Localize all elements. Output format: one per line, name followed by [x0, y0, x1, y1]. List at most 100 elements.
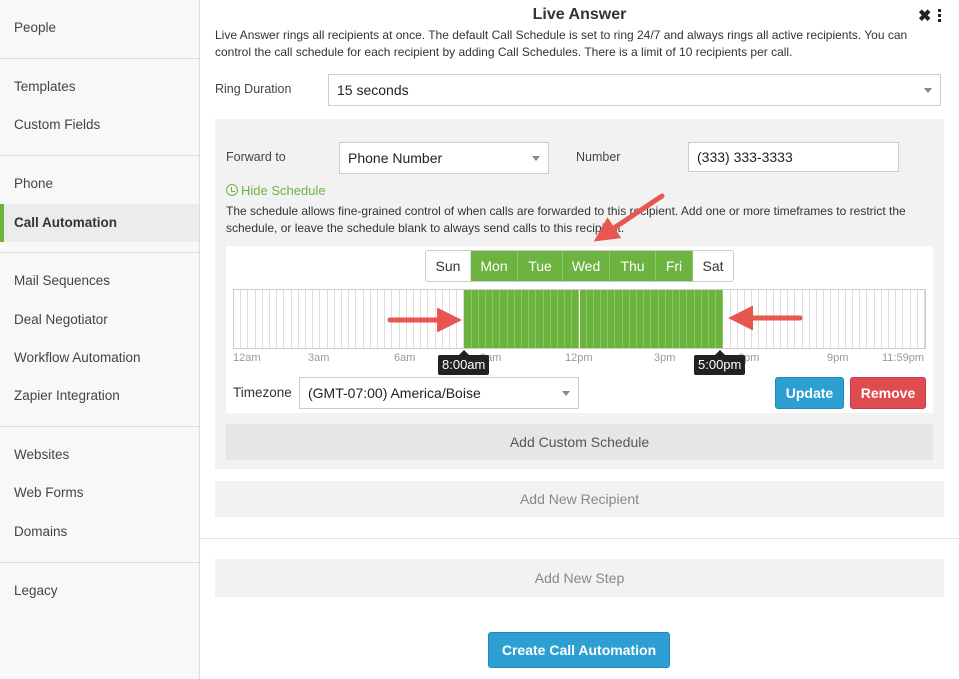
- time-slot[interactable]: [788, 290, 796, 348]
- time-slot[interactable]: [903, 290, 911, 348]
- time-slot[interactable]: [378, 290, 386, 348]
- time-slot[interactable]: [364, 290, 371, 348]
- sidebar-item-call-automation[interactable]: Call Automation: [0, 204, 199, 242]
- sidebar-item-legacy[interactable]: Legacy: [0, 572, 199, 610]
- time-slot[interactable]: [846, 290, 853, 348]
- time-slot-grid[interactable]: [233, 289, 926, 349]
- time-slot[interactable]: [853, 290, 861, 348]
- time-slot[interactable]: [485, 290, 494, 348]
- time-slot[interactable]: [875, 290, 882, 348]
- time-slot[interactable]: [615, 290, 623, 348]
- time-slot[interactable]: [450, 290, 458, 348]
- time-slot[interactable]: [752, 290, 760, 348]
- time-slot[interactable]: [896, 290, 904, 348]
- time-slot[interactable]: [673, 290, 681, 348]
- time-slot[interactable]: [860, 290, 868, 348]
- sidebar-item-zapier-integration[interactable]: Zapier Integration: [0, 377, 199, 415]
- time-slot[interactable]: [529, 290, 537, 348]
- time-slot[interactable]: [687, 290, 695, 348]
- time-slot[interactable]: [342, 290, 350, 348]
- add-new-step-button[interactable]: Add New Step: [215, 559, 944, 597]
- time-slot[interactable]: [270, 290, 278, 348]
- time-slot[interactable]: [694, 290, 702, 348]
- time-slot[interactable]: [795, 290, 803, 348]
- sidebar-item-websites[interactable]: Websites: [0, 436, 199, 474]
- time-slot[interactable]: [817, 290, 825, 348]
- time-slot[interactable]: [803, 290, 810, 348]
- time-slot[interactable]: [414, 290, 422, 348]
- time-slot[interactable]: [637, 290, 645, 348]
- time-slot[interactable]: [867, 290, 875, 348]
- time-slot[interactable]: [680, 290, 688, 348]
- time-slot[interactable]: [299, 290, 306, 348]
- time-slot[interactable]: [839, 290, 846, 348]
- add-custom-schedule-button[interactable]: Add Custom Schedule: [226, 424, 933, 460]
- ring-duration-select[interactable]: 15 seconds: [328, 74, 941, 106]
- forward-to-select[interactable]: Phone Number: [339, 142, 549, 174]
- time-slot[interactable]: [745, 290, 753, 348]
- time-slot[interactable]: [428, 290, 436, 348]
- time-slot[interactable]: [507, 290, 515, 348]
- time-slot[interactable]: [882, 290, 889, 348]
- time-slot[interactable]: [644, 290, 652, 348]
- time-slot[interactable]: [629, 290, 638, 348]
- sidebar-item-web-forms[interactable]: Web Forms: [0, 474, 199, 512]
- time-slot[interactable]: [665, 290, 674, 348]
- create-call-automation-button[interactable]: Create Call Automation: [488, 632, 670, 668]
- time-slot[interactable]: [436, 290, 443, 348]
- time-slot[interactable]: [356, 290, 364, 348]
- time-slot[interactable]: [593, 290, 602, 348]
- time-slot[interactable]: [759, 290, 767, 348]
- time-slot[interactable]: [313, 290, 321, 348]
- time-slot[interactable]: [464, 290, 472, 348]
- time-slot[interactable]: [471, 290, 479, 348]
- time-slot[interactable]: [911, 290, 918, 348]
- sidebar-item-phone[interactable]: Phone: [0, 165, 199, 203]
- timezone-select[interactable]: (GMT-07:00) America/Boise: [299, 377, 579, 409]
- time-slot[interactable]: [349, 290, 357, 348]
- time-slot[interactable]: [536, 290, 544, 348]
- time-slot[interactable]: [565, 290, 573, 348]
- time-slot[interactable]: [658, 290, 666, 348]
- time-slot[interactable]: [421, 290, 429, 348]
- time-slot[interactable]: [651, 290, 659, 348]
- time-slot[interactable]: [371, 290, 378, 348]
- time-slot[interactable]: [557, 290, 566, 348]
- time-slot[interactable]: [284, 290, 292, 348]
- more-options-icon[interactable]: [938, 9, 942, 23]
- time-slot[interactable]: [234, 290, 242, 348]
- update-button[interactable]: Update: [775, 377, 844, 409]
- sidebar-item-mail-sequences[interactable]: Mail Sequences: [0, 262, 199, 300]
- number-input[interactable]: (333) 333-3333: [688, 142, 899, 172]
- close-icon[interactable]: ✖: [918, 6, 931, 26]
- time-slot[interactable]: [572, 290, 580, 348]
- sidebar-item-deal-negotiator[interactable]: Deal Negotiator: [0, 301, 199, 339]
- time-slot[interactable]: [601, 290, 609, 348]
- time-slot[interactable]: [385, 290, 393, 348]
- time-slot[interactable]: [392, 290, 400, 348]
- time-slot[interactable]: [738, 290, 746, 348]
- time-slot[interactable]: [443, 290, 450, 348]
- end-time-handle[interactable]: 5:00pm: [694, 350, 746, 375]
- time-slot[interactable]: [306, 290, 314, 348]
- time-slot[interactable]: [241, 290, 249, 348]
- time-slot[interactable]: [716, 290, 724, 348]
- time-slot[interactable]: [550, 290, 558, 348]
- time-slot[interactable]: [579, 290, 587, 348]
- sidebar-item-people[interactable]: People: [0, 9, 199, 47]
- time-slot[interactable]: [500, 290, 508, 348]
- time-slot[interactable]: [263, 290, 270, 348]
- time-slot[interactable]: [731, 290, 738, 348]
- time-slot[interactable]: [774, 290, 782, 348]
- start-time-handle[interactable]: 8:00am: [438, 350, 490, 375]
- hide-schedule-link[interactable]: Hide Schedule: [226, 183, 326, 198]
- time-slot[interactable]: [824, 290, 832, 348]
- time-slot[interactable]: [493, 290, 501, 348]
- day-toggle-mon[interactable]: Mon: [471, 251, 518, 281]
- time-slot[interactable]: [586, 290, 594, 348]
- time-slot[interactable]: [831, 290, 839, 348]
- remove-button[interactable]: Remove: [850, 377, 926, 409]
- sidebar-item-domains[interactable]: Domains: [0, 513, 199, 551]
- day-toggle-sat[interactable]: Sat: [693, 251, 733, 281]
- time-slot[interactable]: [407, 290, 414, 348]
